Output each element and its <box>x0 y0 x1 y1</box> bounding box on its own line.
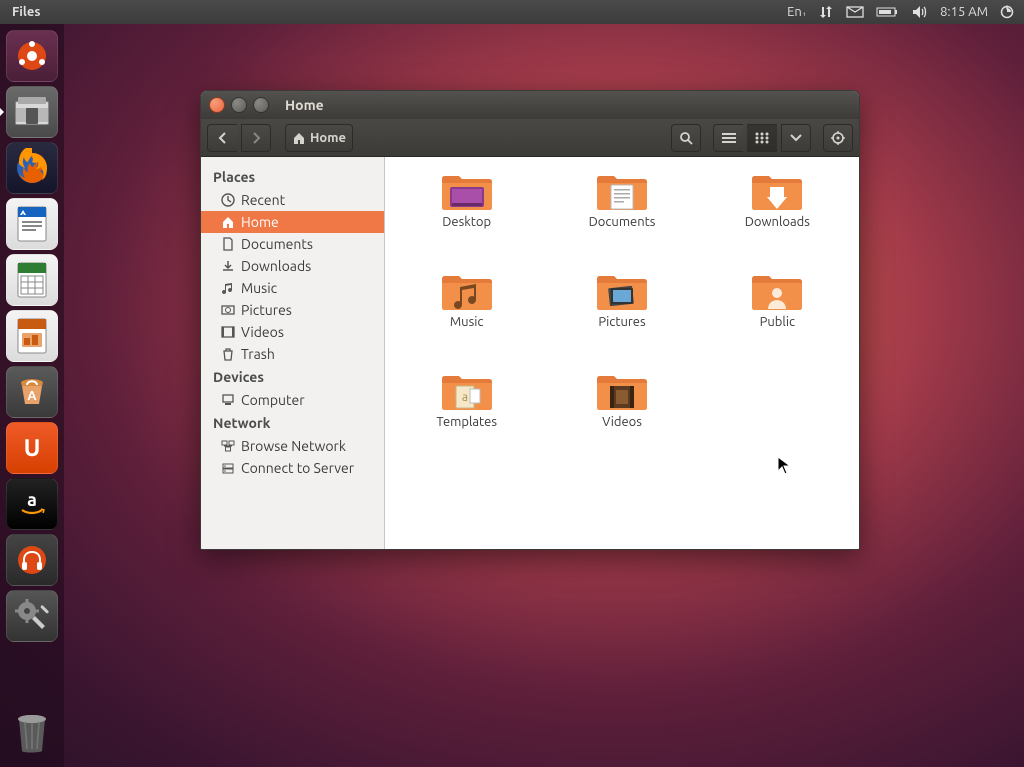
launcher-calc[interactable] <box>6 254 58 306</box>
folder-desktop[interactable]: Desktop <box>393 169 540 265</box>
grid-view-button[interactable] <box>747 124 777 152</box>
folder-public[interactable]: Public <box>704 269 851 365</box>
window-minimize-button[interactable] <box>231 97 247 113</box>
search-button[interactable] <box>671 124 701 152</box>
folder-label: Desktop <box>442 215 491 229</box>
launcher: A U a <box>0 24 64 767</box>
forward-button[interactable] <box>241 124 271 152</box>
window-close-button[interactable] <box>209 97 225 113</box>
sidebar-home[interactable]: Home <box>201 211 384 233</box>
sidebar-network-header: Network <box>201 411 384 435</box>
launcher-trash[interactable] <box>6 707 58 759</box>
folder-label: Videos <box>602 415 642 429</box>
sidebar-pictures[interactable]: Pictures <box>201 299 384 321</box>
sidebar: Places Recent Home Documents Downloads M… <box>201 157 385 549</box>
sidebar-music[interactable]: Music <box>201 277 384 299</box>
window-maximize-button[interactable] <box>253 97 269 113</box>
back-button[interactable] <box>207 124 237 152</box>
launcher-dash[interactable] <box>6 30 58 82</box>
launcher-writer[interactable] <box>6 198 58 250</box>
files-window: Home Home Places Recent Home Documents D… <box>200 90 860 550</box>
svg-text:U: U <box>24 434 41 461</box>
battery-indicator[interactable] <box>870 0 906 24</box>
folder-music[interactable]: Music <box>393 269 540 365</box>
launcher-impress[interactable] <box>6 310 58 362</box>
sidebar-videos[interactable]: Videos <box>201 321 384 343</box>
launcher-ubuntu-one[interactable]: U <box>6 422 58 474</box>
launcher-firefox[interactable] <box>6 142 58 194</box>
toolbar: Home <box>201 119 859 157</box>
folder-grid: Desktop Documents Downloads Music Pictur… <box>385 157 859 549</box>
view-options-button[interactable] <box>781 124 811 152</box>
titlebar[interactable]: Home <box>201 91 859 119</box>
sidebar-downloads[interactable]: Downloads <box>201 255 384 277</box>
launcher-amazon[interactable]: a <box>6 478 58 530</box>
folder-videos[interactable]: Videos <box>548 369 695 465</box>
sidebar-browse-network[interactable]: Browse Network <box>201 435 384 457</box>
folder-label: Music <box>450 315 484 329</box>
folder-templates[interactable]: a Templates <box>393 369 540 465</box>
session-indicator[interactable] <box>994 0 1020 24</box>
sidebar-computer[interactable]: Computer <box>201 389 384 411</box>
list-view-button[interactable] <box>713 124 743 152</box>
folder-documents[interactable]: Documents <box>548 169 695 265</box>
sidebar-devices-header: Devices <box>201 365 384 389</box>
folder-downloads[interactable]: Downloads <box>704 169 851 265</box>
folder-label: Pictures <box>598 315 645 329</box>
sidebar-recent[interactable]: Recent <box>201 189 384 211</box>
folder-pictures[interactable]: Pictures <box>548 269 695 365</box>
launcher-music[interactable] <box>6 534 58 586</box>
keyboard-indicator[interactable]: En₁ <box>781 0 812 24</box>
sound-indicator[interactable] <box>906 0 934 24</box>
path-home-button[interactable]: Home <box>285 124 353 152</box>
folder-label: Downloads <box>745 215 810 229</box>
launcher-software-center[interactable]: A <box>6 366 58 418</box>
location-options-button[interactable] <box>823 124 853 152</box>
svg-text:A: A <box>27 389 37 403</box>
svg-text:a: a <box>27 490 37 510</box>
launcher-files[interactable] <box>6 86 58 138</box>
folder-label: Templates <box>436 415 497 429</box>
messaging-indicator[interactable] <box>840 0 870 24</box>
sidebar-places-header: Places <box>201 165 384 189</box>
window-title: Home <box>285 97 324 113</box>
folder-label: Documents <box>589 215 656 229</box>
launcher-settings[interactable] <box>6 590 58 642</box>
clock[interactable]: 8:15 AM <box>934 0 994 24</box>
active-app-name[interactable]: Files <box>4 5 48 19</box>
sidebar-documents[interactable]: Documents <box>201 233 384 255</box>
menu-bar: Files En₁ 8:15 AM <box>0 0 1024 24</box>
sidebar-trash[interactable]: Trash <box>201 343 384 365</box>
network-indicator[interactable] <box>812 0 840 24</box>
svg-text:a: a <box>462 391 468 404</box>
folder-label: Public <box>760 315 795 329</box>
sidebar-connect-server[interactable]: Connect to Server <box>201 457 384 479</box>
